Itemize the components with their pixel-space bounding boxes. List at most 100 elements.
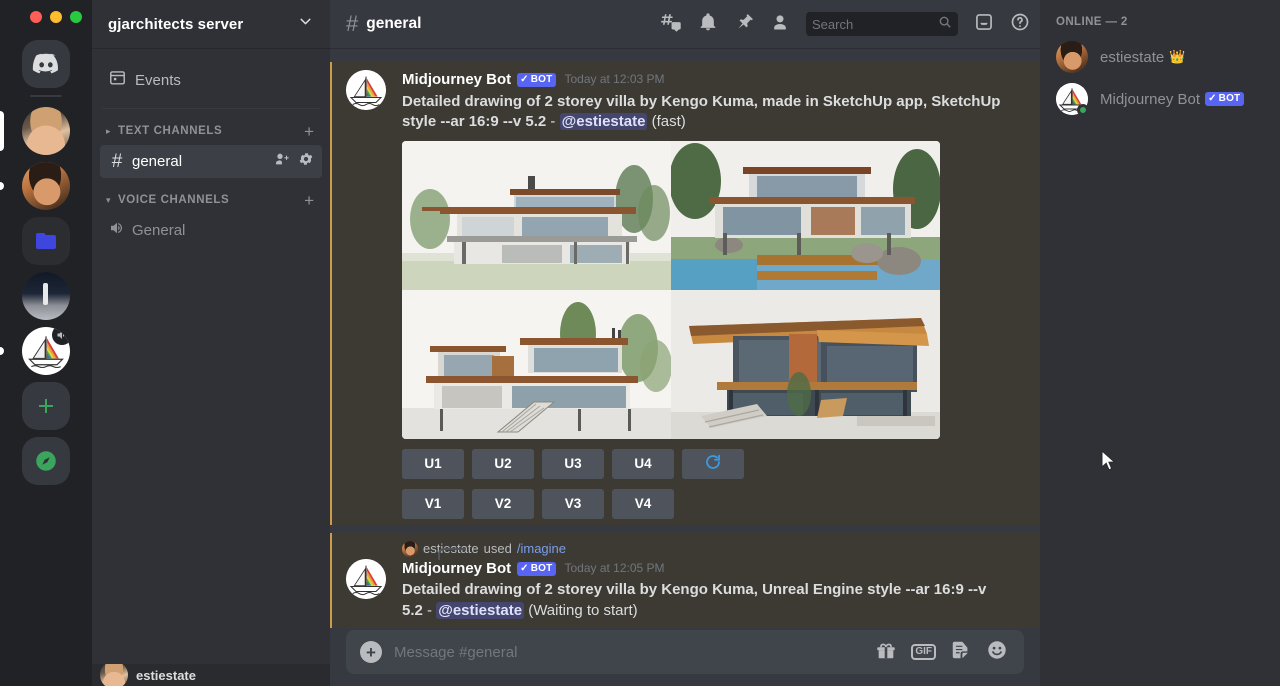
rail-item-explore-servers[interactable]: [0, 433, 92, 488]
inbox-icon[interactable]: [974, 12, 994, 37]
bot-badge: ✓ BOT: [517, 562, 556, 576]
refresh-icon: [704, 453, 722, 474]
rail-unread-indicator: [0, 347, 4, 355]
window-traffic-lights[interactable]: [30, 11, 82, 23]
search-box[interactable]: [806, 12, 958, 36]
rail-item-server-gjarchitects[interactable]: [0, 323, 92, 378]
gift-icon[interactable]: [875, 639, 897, 666]
bot-badge: ✓ BOT: [517, 73, 556, 87]
context-username[interactable]: estiestate: [423, 541, 479, 556]
variation-1-button[interactable]: V1: [402, 489, 464, 519]
rail-item-server-night[interactable]: [0, 268, 92, 323]
message-input-placeholder[interactable]: Message #general: [394, 644, 863, 661]
channel-name: General: [132, 222, 314, 239]
pin-icon[interactable]: [734, 12, 754, 37]
message-area: Midjourney Bot ✓ BOT Today at 12:03 PM D…: [330, 48, 1040, 686]
image-quadrant-1[interactable]: [402, 141, 671, 290]
rail-item-server-blonde[interactable]: [0, 103, 92, 158]
user-mention[interactable]: @estiestate: [436, 602, 524, 619]
message-timestamp: Today at 12:03 PM: [564, 72, 664, 88]
threads-icon[interactable]: [660, 11, 682, 38]
image-quadrant-4[interactable]: [671, 290, 940, 439]
message-dash: -: [423, 602, 436, 619]
hash-icon: #: [108, 151, 126, 173]
message-author[interactable]: Midjourney Bot: [402, 559, 511, 579]
create-channel-plus-icon[interactable]: +: [304, 123, 314, 140]
previous-message-partial: [330, 48, 1040, 62]
category-text-channels[interactable]: ▸ TEXT CHANNELS +: [100, 119, 322, 143]
edit-channel-gear-icon[interactable]: [298, 151, 314, 172]
chevron-right-icon: ▸: [106, 126, 118, 137]
sticker-icon[interactable]: [950, 639, 972, 666]
bot-check-icon: ✓: [1208, 93, 1217, 105]
user-panel[interactable]: estiestate: [92, 664, 330, 686]
image-quadrant-2[interactable]: [671, 141, 940, 290]
plus-circle-icon[interactable]: +: [360, 641, 382, 663]
rail-item-discord-home[interactable]: [0, 36, 92, 91]
upscale-4-button[interactable]: U4: [612, 449, 674, 479]
message-text: Detailed drawing of 2 storey villa by Ke…: [402, 580, 987, 621]
minimize-window-button[interactable]: [50, 11, 62, 23]
server-avatar: [22, 327, 70, 375]
rail-active-indicator: [0, 111, 4, 151]
server-folder-icon: [22, 217, 70, 265]
sidebar-item-general[interactable]: # general: [100, 145, 322, 178]
upscale-3-button[interactable]: U3: [542, 449, 604, 479]
reroll-button[interactable]: [682, 449, 744, 479]
message-status: (Waiting to start): [524, 602, 638, 619]
category-label: TEXT CHANNELS: [118, 125, 304, 137]
member-item-estiestate[interactable]: estiestate 👑: [1056, 36, 1272, 78]
context-used-label: used: [484, 541, 512, 556]
slash-command-name[interactable]: /imagine: [517, 541, 566, 556]
variation-2-button[interactable]: V2: [472, 489, 534, 519]
rail-divider: [30, 95, 62, 97]
compass-icon: [22, 437, 70, 485]
member-name-row: Midjourney Bot ✓ BOT: [1100, 91, 1244, 108]
search-input[interactable]: [812, 17, 934, 32]
category-voice-channels[interactable]: ▾ VOICE CHANNELS +: [100, 188, 322, 212]
message-author[interactable]: Midjourney Bot: [402, 70, 511, 90]
chevron-down-icon[interactable]: [297, 13, 314, 35]
user-mention[interactable]: @estiestate: [560, 113, 648, 130]
main-content: # general: [330, 0, 1040, 686]
bot-badge-label: BOT: [531, 563, 553, 575]
member-list: ONLINE — 2 estiestate 👑: [1040, 0, 1280, 686]
members-icon[interactable]: [770, 12, 790, 37]
image-quadrant-3[interactable]: [402, 290, 671, 439]
maximize-window-button[interactable]: [70, 11, 82, 23]
server-avatar: [22, 107, 70, 155]
server-list: [0, 36, 92, 488]
upscale-1-button[interactable]: U1: [402, 449, 464, 479]
sidebar-item-events[interactable]: Events: [100, 64, 322, 96]
member-item-midjourney-bot[interactable]: Midjourney Bot ✓ BOT: [1056, 78, 1272, 120]
sidebar-divider: [102, 108, 320, 109]
rail-item-add-server[interactable]: [0, 378, 92, 433]
avatar: [402, 541, 418, 557]
create-voice-channel-plus-icon[interactable]: +: [304, 192, 314, 209]
rail-item-server-folder[interactable]: [0, 213, 92, 268]
server-header[interactable]: gjarchitects server: [92, 0, 330, 48]
message-scroll[interactable]: Midjourney Bot ✓ BOT Today at 12:03 PM D…: [330, 48, 1040, 630]
notification-bell-icon[interactable]: [698, 12, 718, 37]
upscale-button-row: U1 U2 U3 U4: [402, 449, 1024, 479]
avatar[interactable]: [346, 559, 386, 599]
variation-3-button[interactable]: V3: [542, 489, 604, 519]
sidebar-item-voice-general[interactable]: General: [100, 214, 322, 247]
variation-4-button[interactable]: V4: [612, 489, 674, 519]
events-label: Events: [135, 72, 181, 89]
discord-logo-icon: [22, 40, 70, 88]
message-gap: [330, 525, 1040, 533]
create-invite-icon[interactable]: [274, 151, 290, 172]
avatar[interactable]: [346, 70, 386, 110]
rail-item-server-dark[interactable]: [0, 158, 92, 213]
page-title: general: [366, 15, 421, 33]
bot-badge-label: BOT: [531, 74, 553, 86]
generated-image-grid[interactable]: [402, 141, 940, 439]
message-input-container[interactable]: + Message #general GIF: [346, 630, 1024, 674]
upscale-2-button[interactable]: U2: [472, 449, 534, 479]
emoji-icon[interactable]: [986, 639, 1008, 666]
gif-icon[interactable]: GIF: [911, 644, 936, 660]
help-circle-icon[interactable]: [1010, 12, 1030, 37]
close-window-button[interactable]: [30, 11, 42, 23]
avatar[interactable]: [100, 664, 128, 686]
